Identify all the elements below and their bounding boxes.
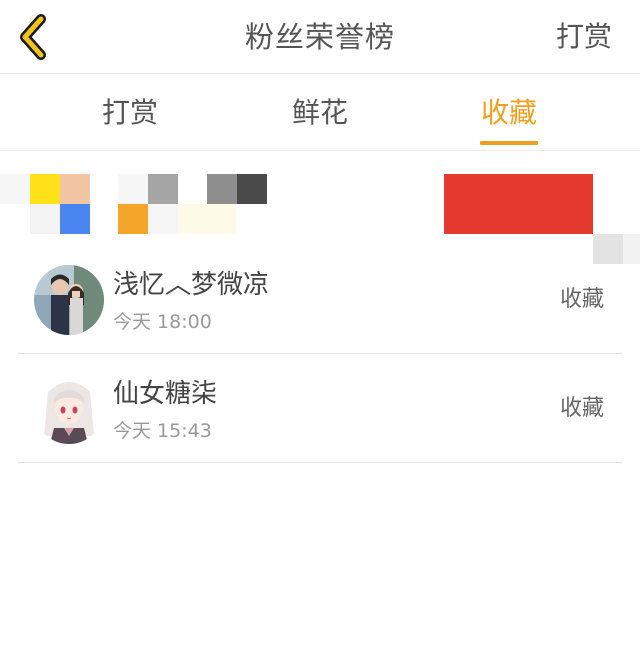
user-time: 今天 15:43 [113,420,212,442]
user-name: 仙女糖柒 [113,379,218,409]
mosaic-block [118,174,148,204]
mosaic-block [60,174,90,204]
mosaic-block [178,204,236,234]
mosaic-block [623,234,640,264]
anime-girl-avatar-image [34,374,104,444]
mosaic-block [444,174,593,234]
avatar [34,265,104,335]
action-label: 收藏 [559,287,604,312]
mosaic-block [0,174,30,204]
tab-favorites[interactable]: 收藏 [449,75,569,151]
mosaic-block [148,174,178,204]
avatar [34,374,104,444]
mosaic-block [30,204,60,234]
active-tab-indicator [480,141,538,145]
page-title: 粉丝荣誉榜 [244,20,395,54]
mosaic-block [118,204,148,234]
tab-label: 打赏 [101,96,158,129]
mosaic-block [30,174,60,204]
tab-label: 收藏 [480,96,537,129]
app-screen: 粉丝荣誉榜 打赏 打赏 鲜花 收藏 浅忆︿梦微凉 今天 18:00 收藏 仙女糖… [0,0,640,670]
tab-label: 鲜花 [291,96,348,129]
couple-avatar-image [34,265,104,335]
mosaic-block [207,174,237,204]
user-time: 今天 18:00 [113,311,212,333]
fan-list: 浅忆︿梦微凉 今天 18:00 收藏 仙女糖柒 今天 15:43 收藏 [18,245,622,463]
mosaic-block [237,174,267,204]
user-name: 浅忆︿梦微凉 [113,270,270,300]
list-item[interactable]: 仙女糖柒 今天 15:43 收藏 [18,354,622,463]
tab-bar: 打赏 鲜花 收藏 [0,75,640,151]
tab-flowers[interactable]: 鲜花 [260,75,380,151]
header-bar: 粉丝荣誉榜 打赏 [0,0,640,74]
mosaic-block [60,204,90,234]
list-item[interactable]: 浅忆︿梦微凉 今天 18:00 收藏 [18,245,622,354]
action-label: 收藏 [559,396,604,421]
reward-button[interactable]: 打赏 [556,19,612,55]
tab-reward[interactable]: 打赏 [70,75,190,151]
mosaic-block [148,204,178,234]
